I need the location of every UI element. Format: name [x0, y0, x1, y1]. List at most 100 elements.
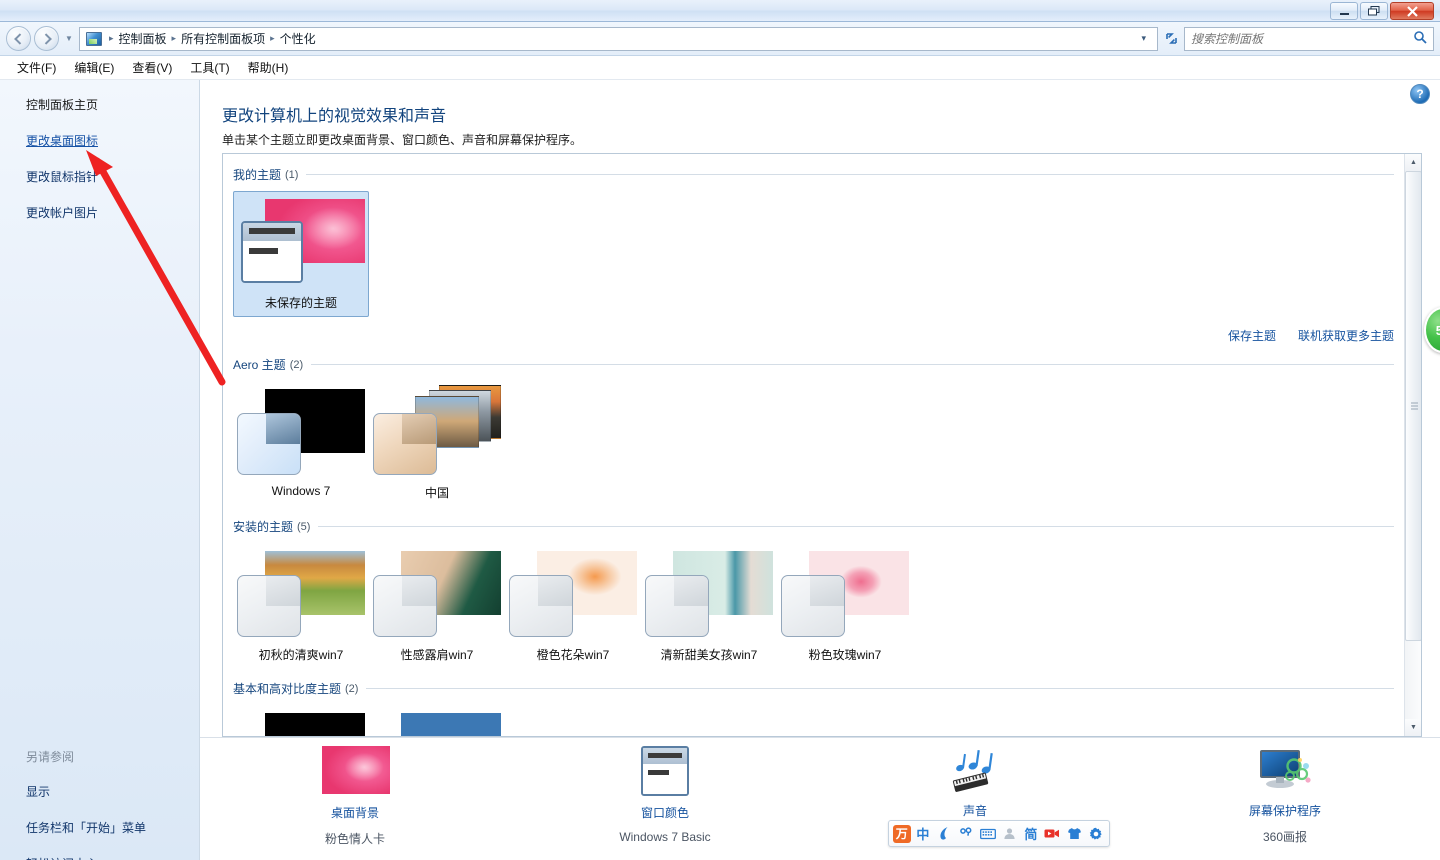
theme-window-preview — [373, 575, 437, 637]
theme-wallpaper-preview — [265, 713, 365, 736]
group-count: (2) — [345, 682, 359, 695]
theme-label: 橙色花朵win7 — [536, 648, 610, 662]
recent-pages-dropdown-icon[interactable]: ▼ — [63, 28, 75, 50]
group-label: 基本和高对比度主题 — [233, 682, 342, 696]
search-icon[interactable] — [1413, 30, 1427, 47]
detail-window-color[interactable]: 窗口颜色 Windows 7 Basic — [510, 738, 820, 860]
theme-thumbnail — [645, 547, 773, 641]
theme-thumbnail — [373, 709, 501, 736]
skin-icon[interactable] — [1065, 824, 1084, 843]
get-more-themes-online-link[interactable]: 联机获取更多主题 — [1298, 327, 1394, 344]
page-title: 更改计算机上的视觉效果和声音 — [222, 108, 447, 125]
scrollbar-thumb[interactable] — [1405, 171, 1421, 641]
theme-window-preview — [237, 413, 301, 475]
menu-help[interactable]: 帮助(H) — [239, 57, 298, 78]
theme-label: 初秋的清爽win7 — [258, 648, 344, 662]
simplified-icon[interactable]: 简 — [1022, 824, 1041, 843]
see-also-item-taskbar-start-menu[interactable]: 任务栏和「开始」菜单 — [26, 819, 146, 836]
theme-thumbnail — [373, 385, 501, 479]
breadcrumb-item-0[interactable]: 控制面板 — [116, 28, 170, 49]
maximize-restore-button[interactable] — [1360, 2, 1388, 20]
scroll-up-button[interactable]: ▲ — [1405, 154, 1421, 171]
theme-label: 性感露肩win7 — [400, 648, 474, 662]
see-also-item-display[interactable]: 显示 — [26, 783, 146, 800]
group-divider — [366, 688, 1394, 689]
scroll-down-button[interactable]: ▼ — [1405, 719, 1421, 736]
sidebar-item-change-mouse-pointers[interactable]: 更改鼠标指针 — [26, 168, 98, 185]
theme-tile-orange-flower[interactable]: 橙色花朵win7 — [505, 543, 641, 668]
theme-window-preview — [781, 575, 845, 637]
theme-label: 清新甜美女孩win7 — [660, 648, 758, 662]
theme-tile-china[interactable]: 中国 — [369, 381, 505, 506]
theme-tile-pink-rose[interactable]: 粉色玫瑰win7 — [777, 543, 913, 668]
close-button[interactable] — [1390, 2, 1434, 20]
menu-file[interactable]: 文件(F) — [8, 57, 65, 78]
detail-label: 窗口颜色 — [640, 806, 689, 820]
breadcrumb-item-1[interactable]: 所有控制面板项 — [178, 28, 268, 49]
user-icon[interactable] — [1000, 824, 1019, 843]
punctuation-icon[interactable] — [957, 824, 976, 843]
ime-toolbar[interactable]: 万 中 简 — [888, 820, 1110, 847]
chinese-mode-icon[interactable]: 中 — [914, 824, 933, 843]
sidebar-item-change-desktop-icons[interactable]: 更改桌面图标 — [26, 132, 98, 149]
personalization-window: ▼ ▸ 控制面板 ▸ 所有控制面板项 ▸ 个性化 ▾ 搜索控制面板 文件(F) … — [0, 0, 1440, 860]
theme-label: 未保存的主题 — [264, 296, 337, 310]
search-box[interactable] — [1184, 26, 1434, 51]
menu-tools[interactable]: 工具(T) — [181, 57, 238, 78]
wallpaper-icon — [322, 746, 390, 798]
theme-thumbnail — [509, 547, 637, 641]
see-also-item-ease-of-access[interactable]: 轻松访问中心 — [26, 855, 146, 860]
theme-wallpaper-preview — [401, 713, 501, 736]
forward-button[interactable] — [34, 26, 59, 51]
detail-desktop-background[interactable]: 桌面背景 粉色情人卡 — [200, 738, 510, 860]
see-also-section: 另请参阅 显示 任务栏和「开始」菜单 轻松访问中心 — [26, 748, 146, 860]
theme-tile-autumn[interactable]: 初秋的清爽win7 — [233, 543, 369, 668]
theme-window-preview — [645, 575, 709, 637]
theme-tile-basic-blue[interactable] — [369, 705, 505, 736]
themes-scroll-area: 我的主题 (1) 未保存的主题 保存主题 联机获取更多主题 Aero 主题 (2… — [223, 154, 1406, 736]
save-theme-link[interactable]: 保存主题 — [1228, 327, 1276, 344]
back-button[interactable] — [6, 26, 31, 51]
theme-window-preview — [373, 413, 437, 475]
theme-tile-shoulder[interactable]: 性感露肩win7 — [369, 543, 505, 668]
group-header-aero-themes: Aero 主题 (2) — [223, 356, 1406, 373]
breadcrumb[interactable]: ▸ 控制面板 ▸ 所有控制面板项 ▸ 个性化 ▾ — [79, 26, 1158, 51]
screensaver-icon — [1254, 746, 1316, 796]
video-icon[interactable] — [1043, 824, 1062, 843]
refresh-icon[interactable] — [1160, 28, 1182, 50]
sound-icon — [942, 746, 1008, 796]
breadcrumb-item-2[interactable]: 个性化 — [277, 28, 319, 49]
theme-action-links: 保存主题 联机获取更多主题 — [223, 327, 1406, 344]
menu-view[interactable]: 查看(V) — [123, 57, 181, 78]
ime-logo-icon[interactable]: 万 — [893, 824, 911, 843]
gear-icon[interactable] — [1086, 824, 1105, 843]
theme-tile-unsaved[interactable]: 未保存的主题 — [233, 191, 369, 317]
sidebar-item-control-panel-home[interactable]: 控制面板主页 — [26, 96, 98, 113]
detail-label: 屏幕保护程序 — [1248, 804, 1321, 818]
scrollbar-grip — [1411, 401, 1418, 412]
group-divider — [318, 526, 1394, 527]
minimize-button[interactable] — [1330, 2, 1358, 20]
navigation-buttons: ▼ — [6, 26, 75, 51]
theme-tiles-aero: Windows 7 中国 — [223, 381, 1406, 506]
search-input[interactable] — [1191, 31, 1413, 46]
sidebar-item-change-account-picture[interactable]: 更改帐户图片 — [26, 204, 98, 221]
detail-screensaver[interactable]: 屏幕保护程序 360画报 — [1130, 738, 1440, 860]
theme-tile-basic-dark[interactable] — [233, 705, 369, 736]
vertical-scrollbar[interactable]: ▲ ▼ — [1404, 154, 1421, 736]
group-count: (2) — [289, 358, 304, 371]
theme-tile-windows7[interactable]: Windows 7 — [233, 381, 369, 506]
menu-edit[interactable]: 编辑(E) — [65, 57, 123, 78]
help-icon[interactable]: ? — [1410, 84, 1430, 104]
group-divider — [311, 364, 1394, 365]
breadcrumb-dropdown-icon[interactable]: ▾ — [1134, 33, 1153, 44]
keyboard-icon[interactable] — [978, 824, 997, 843]
theme-tile-sweet-girl[interactable]: 清新甜美女孩win7 — [641, 543, 777, 668]
breadcrumb-separator: ▸ — [270, 33, 275, 43]
theme-tiles-my-themes: 未保存的主题 — [223, 191, 1406, 317]
group-header-basic-themes: 基本和高对比度主题 (2) — [223, 680, 1406, 697]
sidebar-links: 更改桌面图标 更改鼠标指针 更改帐户图片 — [26, 132, 98, 240]
moon-icon[interactable] — [935, 824, 954, 843]
theme-window-preview — [241, 221, 303, 283]
detail-value: 粉色情人卡 — [324, 832, 385, 846]
